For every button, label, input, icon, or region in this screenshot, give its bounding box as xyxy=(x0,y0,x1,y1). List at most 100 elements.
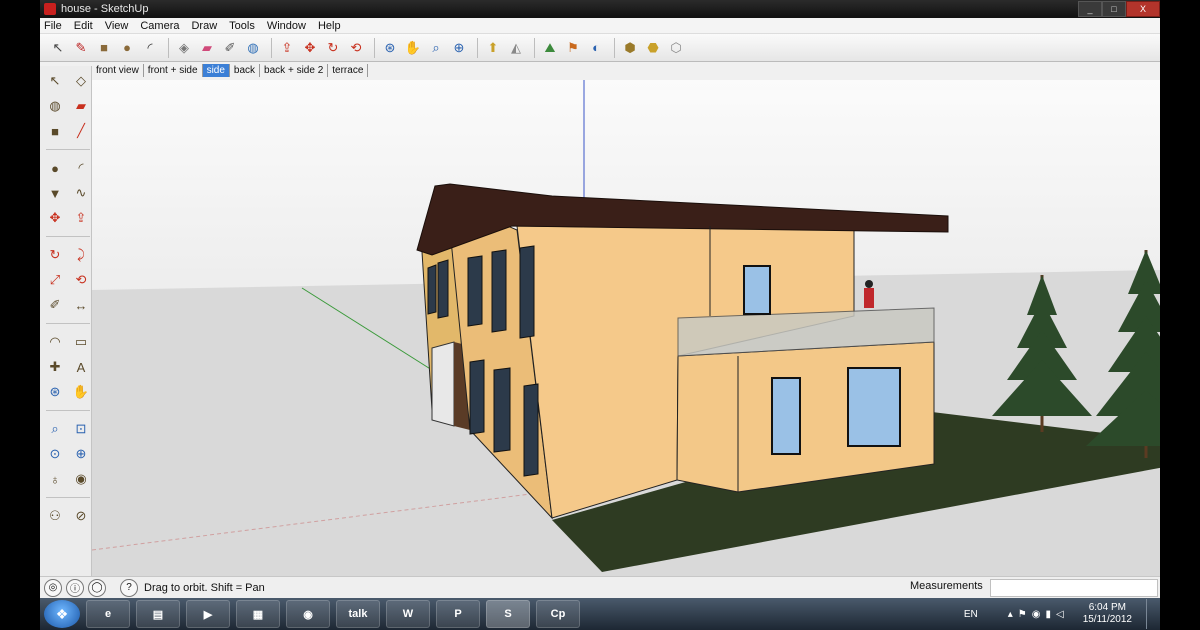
warehouse-icon[interactable]: ⬡ xyxy=(666,38,686,58)
tape-measure-icon[interactable]: ✐ xyxy=(220,38,240,58)
share-model-icon[interactable]: ◐ xyxy=(586,38,606,58)
eraser-icon[interactable]: ▰ xyxy=(70,95,92,117)
zoom-icon[interactable]: ⌕ xyxy=(426,38,446,58)
dimensions-icon[interactable]: ↔ xyxy=(70,294,92,316)
scene-tab-back-side-2[interactable]: back + side 2 xyxy=(260,63,329,77)
menu-camera[interactable]: Camera xyxy=(140,20,179,32)
taskbar-ie-icon[interactable]: e xyxy=(86,600,130,628)
offset-icon[interactable]: ⟲ xyxy=(70,269,92,291)
line-icon[interactable]: ╱ xyxy=(70,120,92,142)
tray-icons[interactable]: ▴⚑◉▮◁ xyxy=(1008,609,1069,620)
rotate-icon[interactable]: ↻ xyxy=(323,38,343,58)
make-component-icon[interactable]: ◈ xyxy=(174,38,194,58)
taskbar-powerpoint-icon[interactable]: P xyxy=(436,600,480,628)
select-icon[interactable]: ↖ xyxy=(44,70,66,92)
look-around-icon[interactable]: ◉ xyxy=(70,468,92,490)
zoom-icon[interactable]: ⌕ xyxy=(44,418,66,440)
taskbar-calculator-icon[interactable]: ▦ xyxy=(236,600,280,628)
circle-icon[interactable]: ● xyxy=(44,157,66,179)
menu-window[interactable]: Window xyxy=(267,20,306,32)
menu-draw[interactable]: Draw xyxy=(191,20,217,32)
credits-icon[interactable]: ⓘ xyxy=(66,578,84,597)
preview-google-earth-icon[interactable]: ⛰ xyxy=(540,38,560,58)
section-plane-icon[interactable]: ⊘ xyxy=(70,505,92,527)
get-models-icon[interactable]: ⚑ xyxy=(563,38,583,58)
menu-bar: File Edit View Camera Draw Tools Window … xyxy=(40,18,1160,34)
offset-icon[interactable]: ⟲ xyxy=(346,38,366,58)
scene-tab-back[interactable]: back xyxy=(230,63,261,77)
toolbar-separator xyxy=(374,37,375,58)
eraser-icon[interactable]: ▰ xyxy=(197,38,217,58)
share-component-icon[interactable]: ⬣ xyxy=(643,38,663,58)
protractor-icon[interactable]: ◠ xyxy=(44,331,66,353)
pencil-icon[interactable]: ✎ xyxy=(71,38,91,58)
get-photo-texture-icon[interactable]: ⬢ xyxy=(620,38,640,58)
push-pull-icon[interactable]: ⇪ xyxy=(277,38,297,58)
user-icon[interactable]: ◯ xyxy=(88,578,106,597)
taskbar-word-icon[interactable]: W xyxy=(386,600,430,628)
follow-me-icon[interactable]: ⤸ xyxy=(70,244,92,266)
orbit-icon[interactable]: ⊛ xyxy=(44,381,66,403)
zoom-window-icon[interactable]: ⊡ xyxy=(70,418,92,440)
minimize-button[interactable]: _ xyxy=(1078,1,1102,17)
pan-icon[interactable]: ✋ xyxy=(403,38,423,58)
taskbar-firefox-icon[interactable]: ◉ xyxy=(286,600,330,628)
upper-front-window xyxy=(743,265,771,315)
text-icon[interactable]: ▭ xyxy=(70,331,92,353)
measurements-input[interactable] xyxy=(990,579,1158,597)
taskbar-explorer-icon[interactable]: ▤ xyxy=(136,600,180,628)
axes-icon[interactable]: ✚ xyxy=(44,356,66,378)
zoom-extents-icon[interactable]: ⊕ xyxy=(70,443,92,465)
menu-file[interactable]: File xyxy=(44,20,62,32)
paint-bucket-icon[interactable]: ◍ xyxy=(44,95,66,117)
pan-icon[interactable]: ✋ xyxy=(70,381,92,403)
scene-tab-terrace[interactable]: terrace xyxy=(328,63,369,77)
language-indicator[interactable]: EN xyxy=(964,609,978,620)
move-icon[interactable]: ✥ xyxy=(44,207,66,229)
circle-icon[interactable]: ● xyxy=(117,38,137,58)
geo-location-icon[interactable]: ◎ xyxy=(44,578,62,597)
scene-tab-front-side[interactable]: front + side xyxy=(144,63,203,77)
menu-tools[interactable]: Tools xyxy=(229,20,255,32)
walk-icon[interactable]: ⚇ xyxy=(44,505,66,527)
add-location-icon[interactable]: ⬆ xyxy=(483,38,503,58)
sketchup-app-icon xyxy=(44,3,56,15)
zoom-extents-icon[interactable]: ⊕ xyxy=(449,38,469,58)
scene-tab-front-view[interactable]: front view xyxy=(92,63,144,77)
polygon-icon[interactable]: ▼ xyxy=(44,182,66,204)
scale-icon[interactable]: ⤢ xyxy=(44,269,66,291)
3d-text-icon[interactable]: A xyxy=(70,356,92,378)
rectangle-icon[interactable]: ■ xyxy=(94,38,114,58)
orbit-icon[interactable]: ⊛ xyxy=(380,38,400,58)
move-icon[interactable]: ✥ xyxy=(300,38,320,58)
close-button[interactable]: X xyxy=(1126,1,1160,17)
previous-view-icon[interactable]: ⊙ xyxy=(44,443,66,465)
arc-icon[interactable]: ◜ xyxy=(140,38,160,58)
3d-viewport[interactable] xyxy=(92,80,1160,576)
instructor-help-icon[interactable]: ? xyxy=(120,578,138,597)
position-camera-icon[interactable]: ♁ xyxy=(44,468,66,490)
tape-measure-icon[interactable]: ✐ xyxy=(44,294,66,316)
freehand-icon[interactable]: ∿ xyxy=(70,182,92,204)
clock[interactable]: 6:04 PM 15/11/2012 xyxy=(1083,602,1132,626)
rectangle-icon[interactable]: ■ xyxy=(44,120,66,142)
arc-icon[interactable]: ◜ xyxy=(70,157,92,179)
menu-view[interactable]: View xyxy=(105,20,129,32)
taskbar-media-player-icon[interactable]: ▶ xyxy=(186,600,230,628)
taskbar-sketchup-icon[interactable]: S xyxy=(486,600,530,628)
rotate-icon[interactable]: ↻ xyxy=(44,244,66,266)
taskbar-gtalk-icon[interactable]: talk xyxy=(336,600,380,628)
start-button[interactable]: ❖ xyxy=(44,600,80,628)
scene-tab-side[interactable]: side xyxy=(202,63,230,77)
push-pull-icon[interactable]: ⇪ xyxy=(70,207,92,229)
toggle-terrain-icon[interactable]: ◭ xyxy=(506,38,526,58)
maximize-button[interactable]: □ xyxy=(1102,1,1126,17)
menu-help[interactable]: Help xyxy=(318,20,341,32)
show-desktop-button[interactable] xyxy=(1146,599,1156,629)
taskbar-captivate-icon[interactable]: Cp xyxy=(536,600,580,628)
paint-bucket-icon[interactable]: ◍ xyxy=(243,38,263,58)
person-figure xyxy=(864,280,874,308)
make-component-icon[interactable]: ◇ xyxy=(70,70,92,92)
menu-edit[interactable]: Edit xyxy=(74,20,93,32)
select-icon[interactable]: ↖ xyxy=(48,38,68,58)
